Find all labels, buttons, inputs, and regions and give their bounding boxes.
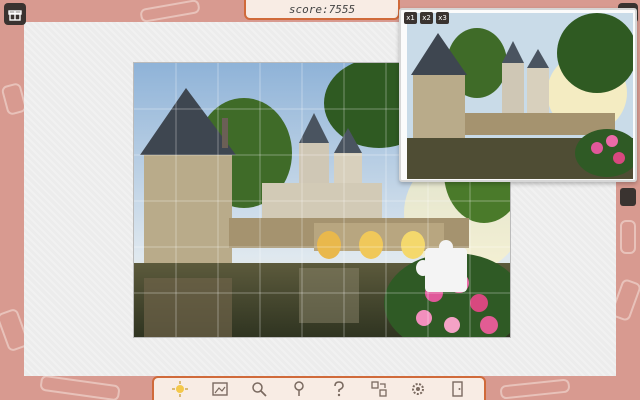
pin-icon[interactable] [290,380,308,398]
preview-image [407,13,633,179]
zoom-x1-button[interactable]: x1 [404,12,417,24]
sun-hint-icon[interactable] [171,380,189,398]
bottom-toolbar [152,376,486,400]
gift-box-icon [8,10,22,21]
loose-puzzle-piece[interactable] [416,240,467,292]
zoom-x2-button[interactable]: x2 [420,12,433,24]
question-icon[interactable] [330,380,348,398]
score-panel: score:7555 [244,0,400,20]
score-text: score:7555 [288,2,356,16]
exit-icon[interactable] [449,380,467,398]
sort-pieces-icon[interactable] [370,380,388,398]
side-button-right[interactable] [620,188,636,206]
zoom-x3-button[interactable]: x3 [436,12,449,24]
preview-zoom-controls: x1 x2 x3 [404,12,449,24]
picture-icon[interactable] [211,380,229,398]
menu-button[interactable] [4,3,26,25]
settings-gear-icon[interactable] [409,380,427,398]
preview-panel[interactable] [399,8,637,182]
magnifier-icon[interactable] [250,380,268,398]
